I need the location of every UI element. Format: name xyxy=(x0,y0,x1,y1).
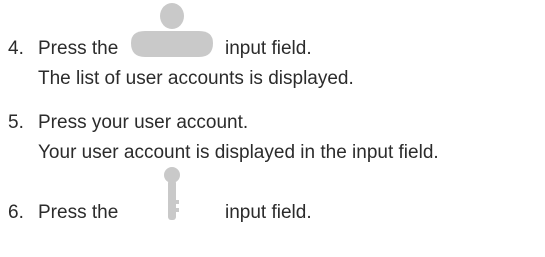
step-text: Press your user account. xyxy=(38,112,249,133)
step-text-before: Press the xyxy=(38,38,119,59)
step-text-after: input field. xyxy=(225,202,312,223)
step-number: 4. xyxy=(8,38,24,59)
step-text-after: input field. xyxy=(225,38,312,59)
step-number: 6. xyxy=(8,202,24,223)
step-text-before: Press the xyxy=(38,202,119,223)
step-result: The list of user accounts is displayed. xyxy=(38,68,354,89)
step-result: Your user account is displayed in the in… xyxy=(38,142,439,163)
step-number: 5. xyxy=(8,112,24,133)
key-icon xyxy=(164,167,180,220)
instructions-page: { "steps": [ { "number": "4.", "text_bef… xyxy=(0,0,545,257)
user-icon xyxy=(131,3,213,57)
